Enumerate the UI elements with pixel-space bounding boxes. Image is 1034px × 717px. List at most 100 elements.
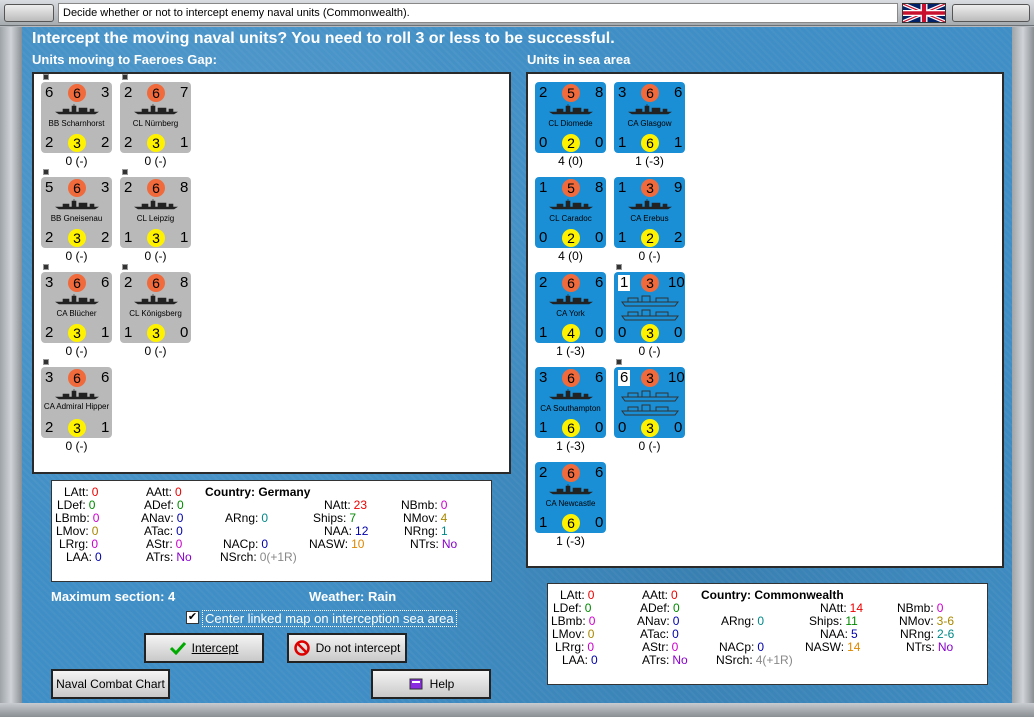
unit-defense-value: 6 — [562, 419, 580, 437]
dialog-window: Decide whether or not to intercept enemy… — [0, 0, 1034, 717]
stat-nsrch: NSrch: 0(+1R) — [220, 550, 297, 564]
unit-top-left: 3 — [45, 274, 54, 291]
unit-status: 1 (-3) — [556, 439, 585, 453]
stat-anav: ANav: 0 — [141, 511, 184, 525]
window-control-left[interactable] — [4, 4, 54, 22]
warship-icon — [549, 104, 593, 115]
unit-status: 4 (0) — [558, 154, 583, 168]
warship-icon — [549, 199, 593, 210]
unit-counter[interactable]: 1 5 8 CL Caradoc 0 2 0 — [535, 177, 606, 248]
unit-bottom-right: 0 — [674, 419, 683, 436]
unit-attack-value: 6 — [68, 179, 86, 197]
stat-atrs: ATrs: No — [146, 550, 192, 564]
unit-counter[interactable]: 2 6 7 CL Nürnberg 2 3 1 — [120, 82, 191, 153]
unit-bottom-right: 1 — [101, 324, 110, 341]
unit-counter[interactable]: 3 6 6 CA Blücher 2 3 1 — [41, 272, 112, 343]
center-map-label[interactable]: Center linked map on interception sea ar… — [202, 610, 457, 627]
unit-top-left: 1 — [618, 274, 631, 291]
unit-counter[interactable]: 2 6 6 CA Newcastle 1 6 0 — [535, 462, 606, 533]
unit-name: CA Southampton — [540, 404, 601, 413]
unit-top-right: 6 — [595, 464, 604, 481]
help-label: Help — [429, 677, 455, 691]
transport-icon — [621, 390, 679, 416]
intercept-label: Intercept — [191, 641, 239, 655]
unit-counter[interactable]: 6 6 3 BB Scharnhorst 2 3 2 — [41, 82, 112, 153]
stat-atrs: ATrs: No — [642, 653, 688, 667]
unit-counter[interactable]: 5 6 3 BB Gneisenau 2 3 2 — [41, 177, 112, 248]
unit-marker — [43, 264, 49, 270]
warship-icon — [134, 199, 178, 210]
stat-nmov: NMov: 3-6 — [899, 614, 955, 628]
unit-counter[interactable]: 2 6 6 CA York 1 4 0 — [535, 272, 606, 343]
unit-top-left: 2 — [539, 84, 548, 101]
unit-status: 4 (0) — [558, 249, 583, 263]
stat-aatt: AAtt: 0 — [146, 485, 182, 499]
unit-status: 1 (-3) — [635, 154, 664, 168]
stat-nmov: NMov: 4 — [403, 511, 448, 525]
do-not-intercept-button[interactable]: Do not intercept — [287, 633, 407, 663]
unit-attack-value: 3 — [641, 274, 659, 292]
unit-status: 0 (-) — [144, 249, 167, 263]
stat-naa: NAA: 12 — [324, 524, 369, 538]
help-button[interactable]: Help — [371, 669, 491, 699]
unit-top-right: 10 — [668, 369, 685, 386]
unit-bottom-left: 1 — [124, 229, 133, 246]
stat-natt: NAtt: 14 — [820, 601, 864, 615]
max-section-label: Maximum section: 4 — [51, 589, 176, 604]
unit-top-left: 3 — [539, 369, 548, 386]
unit-top-left: 6 — [618, 369, 631, 386]
unit-defense-value: 3 — [147, 324, 165, 342]
unit-attack-value: 5 — [562, 84, 580, 102]
naval-combat-chart-button[interactable]: Naval Combat Chart — [51, 669, 170, 699]
unit-counter[interactable]: 2 6 8 CL Leipzig 1 3 1 — [120, 177, 191, 248]
unit-bottom-left: 2 — [45, 229, 54, 246]
unit-top-left: 3 — [618, 84, 627, 101]
unit-defense-value: 3 — [147, 229, 165, 247]
unit-bottom-left: 2 — [45, 324, 54, 341]
unit-counter[interactable]: 1 3 10 0 3 0 — [614, 272, 685, 343]
warship-icon — [55, 199, 99, 210]
window-control-right[interactable] — [952, 4, 1030, 22]
unit-status: 0 (-) — [65, 344, 88, 358]
unit-name: CL Königsberg — [129, 309, 182, 318]
stat-arng: ARng: 0 — [721, 614, 765, 628]
unit-counter[interactable]: 2 5 8 CL Diomede 0 2 0 — [535, 82, 606, 153]
stat-naa: NAA: 5 — [820, 627, 858, 641]
stat-ntrs: NTrs: No — [410, 537, 458, 551]
intercept-button[interactable]: Intercept — [144, 633, 264, 663]
unit-counter[interactable]: 3 6 6 CA Southampton 1 6 0 — [535, 367, 606, 438]
unit-top-right: 6 — [674, 84, 683, 101]
unit-name: CL Leipzig — [136, 214, 175, 223]
unit-counter[interactable]: 3 6 6 CA Glasgow 1 6 1 — [614, 82, 685, 153]
weather-label: Weather: Rain — [309, 589, 397, 604]
unit-name: BB Scharnhorst — [48, 119, 105, 128]
unit-bottom-left: 0 — [539, 229, 548, 246]
transport-icon — [621, 295, 679, 321]
unit-bottom-right: 0 — [595, 419, 604, 436]
stat-ships: Ships: 7 — [313, 511, 357, 525]
commonwealth-stats-panel: LAtt: 0 LDef: 0 LBmb: 0 LMov: 0 LRrg: 0 LAA: 0… — [547, 583, 988, 685]
stat-ldef: LDef: 0 — [57, 498, 96, 512]
no-entry-icon — [293, 640, 310, 656]
unit-top-right: 6 — [101, 369, 110, 386]
stat-laa: LAA: 0 — [66, 550, 102, 564]
unit-defense-value: 6 — [562, 514, 580, 532]
unit-bottom-left: 1 — [539, 324, 548, 341]
unit-top-left: 1 — [539, 179, 548, 196]
unit-counter[interactable]: 6 3 10 0 3 0 — [614, 367, 685, 438]
stat-nacp: NACp: 0 — [223, 537, 269, 551]
unit-top-right: 6 — [595, 369, 604, 386]
unit-counter[interactable]: 1 3 9 CA Erebus 1 2 2 — [614, 177, 685, 248]
frame-right — [1012, 27, 1034, 707]
unit-top-left: 2 — [539, 274, 548, 291]
warship-icon — [549, 389, 593, 400]
unit-marker — [122, 74, 128, 80]
stat-nrng: NRng: 1 — [404, 524, 448, 538]
unit-counter[interactable]: 2 6 8 CL Königsberg 1 3 0 — [120, 272, 191, 343]
stat-lbmb: LBmb: 0 — [55, 511, 100, 525]
unit-counter[interactable]: 3 6 6 CA Admiral Hipper 2 3 1 — [41, 367, 112, 438]
unit-bottom-left: 1 — [539, 419, 548, 436]
unit-top-left: 2 — [124, 179, 133, 196]
center-map-checkbox[interactable]: ✔ — [186, 611, 199, 624]
stat-natt: NAtt: 23 — [324, 498, 368, 512]
